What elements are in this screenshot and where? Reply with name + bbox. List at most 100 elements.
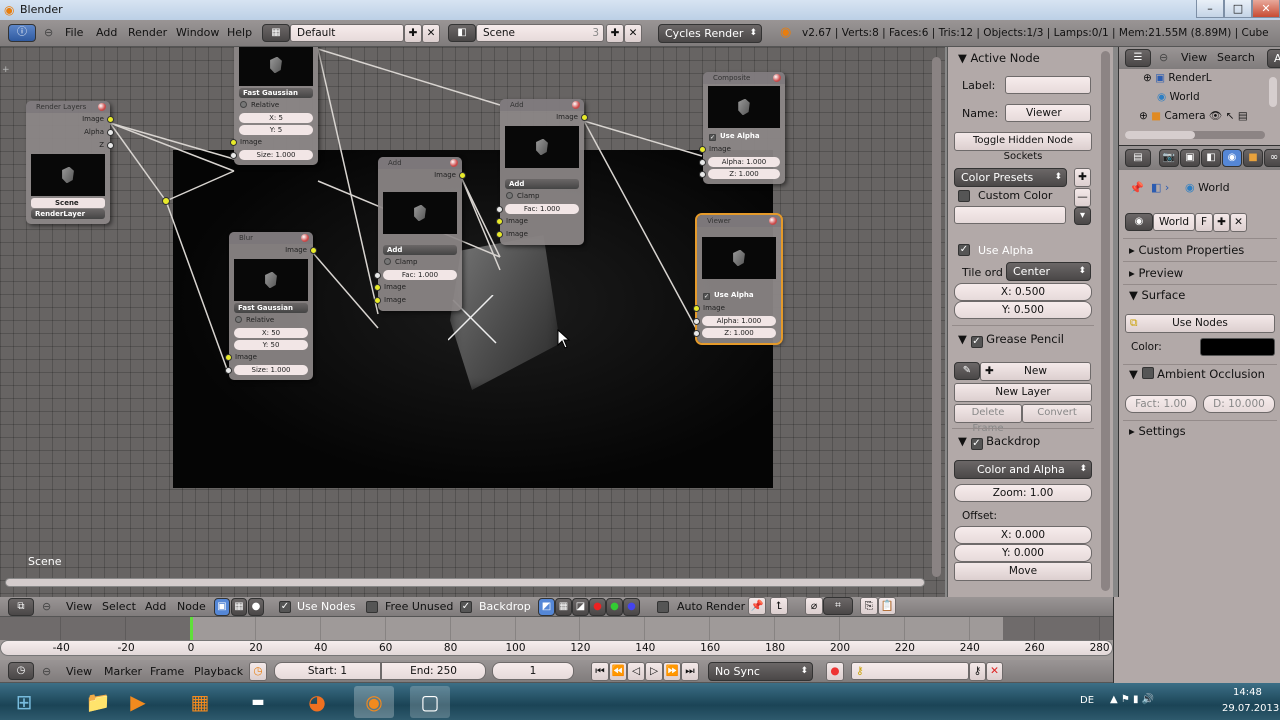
- play-icon[interactable]: ▷: [645, 662, 663, 681]
- node-add[interactable]: Add Image Add Clamp Fac: 1.000 Image Image: [374, 157, 466, 311]
- pencil-icon[interactable]: ✎: [954, 362, 980, 380]
- active-node-panel-header[interactable]: ▼ Active Node: [958, 51, 1040, 65]
- tree-type-compositing-icon[interactable]: ▣: [214, 598, 230, 616]
- node-add[interactable]: Add Image Add Clamp Fac: 1.000 Image Image: [496, 99, 588, 245]
- node-header[interactable]: Blur: [229, 232, 313, 244]
- node-number-field[interactable]: Y: 50: [234, 340, 308, 350]
- node-number-field[interactable]: Z: 1.000: [708, 169, 780, 179]
- node-header[interactable]: Add: [378, 157, 462, 169]
- outliner-v-scrollbar[interactable]: [1269, 77, 1277, 107]
- free-unused-checkbox[interactable]: [366, 601, 378, 613]
- outliner-item-renderlayers[interactable]: ⊕ ▣ RenderL: [1143, 72, 1212, 84]
- color-presets-select[interactable]: Color Presets: [954, 168, 1067, 187]
- outliner-item-world[interactable]: ◉ World: [1157, 91, 1200, 103]
- world-name-field[interactable]: World: [1153, 213, 1195, 231]
- toggle-hidden-sockets-button[interactable]: Toggle Hidden Node Sockets: [954, 132, 1092, 162]
- minimize-button[interactable]: –: [1196, 0, 1224, 18]
- node-blur[interactable]: ImageFast GaussianRelativeX: 5Y: 5ImageS…: [230, 47, 318, 165]
- node-select[interactable]: Fast Gaussian: [234, 303, 308, 313]
- node-socket[interactable]: [107, 129, 114, 136]
- custom-color-swatch[interactable]: [954, 206, 1066, 224]
- editor-type-properties-icon[interactable]: ▤: [1125, 149, 1151, 167]
- node-socket[interactable]: [225, 367, 232, 374]
- node-number-field[interactable]: X: 50: [234, 328, 308, 338]
- move-backdrop-button[interactable]: Move: [954, 562, 1092, 581]
- screen-layout-icon[interactable]: ▦: [262, 24, 290, 42]
- node-preview-toggle-icon[interactable]: [773, 74, 781, 82]
- node-preview-toggle-icon[interactable]: [769, 217, 777, 225]
- scene-field[interactable]: Scene 3: [476, 24, 604, 42]
- node-menu-select[interactable]: Select: [102, 600, 136, 613]
- insert-keyframe-icon[interactable]: ⚷: [969, 662, 986, 681]
- language-indicator[interactable]: DE: [1080, 695, 1094, 706]
- backdrop-checkbox[interactable]: ✓: [970, 438, 983, 450]
- node-select[interactable]: Scene: [31, 198, 105, 208]
- selectable-arrow-icon[interactable]: ↖: [1226, 110, 1235, 122]
- editor-type-timeline-icon[interactable]: ◷: [8, 662, 34, 680]
- tab-world-icon[interactable]: ◉: [1222, 149, 1242, 167]
- npanel-scrollbar[interactable]: [1101, 51, 1110, 591]
- timeline-ruler[interactable]: -40 -20 0 20 40 60 80 100 120 140 160 180 200 220 240 2…: [0, 640, 1113, 656]
- node-socket[interactable]: [693, 305, 700, 312]
- timeline-menu-view[interactable]: View: [66, 665, 92, 678]
- timeline-menu-playback[interactable]: Playback: [194, 665, 243, 678]
- channel-color-alpha-icon[interactable]: ◩: [538, 598, 555, 616]
- add-preset-icon[interactable]: ✚: [1074, 168, 1091, 187]
- explorer-icon[interactable]: 📁: [78, 686, 118, 718]
- node-socket[interactable]: [374, 297, 381, 304]
- node-socket[interactable]: [374, 272, 381, 279]
- media-player-icon[interactable]: ▶: [118, 686, 158, 718]
- offset-y-field[interactable]: Y: 0.000: [954, 544, 1092, 562]
- grease-pencil-checkbox[interactable]: ✓: [970, 336, 983, 348]
- node-checkbox[interactable]: [384, 258, 391, 265]
- convert-button[interactable]: Convert: [1022, 404, 1092, 423]
- node-composite[interactable]: Composite ✓ Use Alpha Image Alpha: 1.000 Z: 1…: [699, 72, 785, 184]
- node-select[interactable]: Add: [383, 245, 457, 255]
- node-checkbox[interactable]: ✓: [709, 134, 716, 141]
- node-number-field[interactable]: Y: 5: [239, 125, 313, 135]
- tab-render-layers-icon[interactable]: ▣: [1180, 149, 1200, 167]
- collapse-menu-icon[interactable]: ⊖: [1159, 51, 1168, 64]
- renderable-icon[interactable]: ▤: [1238, 110, 1248, 122]
- node-socket[interactable]: [230, 139, 237, 146]
- channel-blue-icon[interactable]: ●: [623, 598, 640, 616]
- menu-window[interactable]: Window: [176, 26, 219, 39]
- window-taskbar-icon[interactable]: ▢: [410, 686, 450, 718]
- preset-menu-icon[interactable]: ▾: [1074, 207, 1091, 225]
- node-checkbox[interactable]: [506, 192, 513, 199]
- auto-render-checkbox[interactable]: [657, 601, 669, 613]
- channel-alpha-icon[interactable]: ▦: [555, 598, 572, 616]
- node-preview-toggle-icon[interactable]: [572, 101, 580, 109]
- editor-type-node-icon[interactable]: ⧉: [8, 598, 34, 616]
- node-socket[interactable]: [310, 247, 317, 254]
- menu-file[interactable]: File: [65, 26, 83, 39]
- node-menu-view[interactable]: View: [66, 600, 92, 613]
- end-frame-field[interactable]: End: 250: [381, 662, 486, 680]
- blender-taskbar-icon[interactable]: ◉: [354, 686, 394, 718]
- tree-type-shader-icon[interactable]: ●: [248, 598, 264, 616]
- node-blur[interactable]: Blur Image Fast Gaussian Relative X: 50 Y: 50…: [225, 232, 317, 380]
- node-number-field[interactable]: Alpha: 1.000: [708, 157, 780, 167]
- node-label-input[interactable]: [1005, 76, 1091, 94]
- collapse-menu-icon[interactable]: ⊖: [44, 26, 53, 39]
- pin-icon[interactable]: 📌: [1129, 181, 1144, 195]
- timeline-menu-frame[interactable]: Frame: [150, 665, 184, 678]
- node-checkbox[interactable]: ✓: [703, 293, 710, 300]
- node-socket[interactable]: [693, 330, 700, 337]
- new-layer-button[interactable]: New Layer: [954, 383, 1092, 402]
- node-socket[interactable]: [107, 142, 114, 149]
- start-button-icon[interactable]: ⊞: [4, 686, 44, 718]
- node-viewer[interactable]: Viewer ✓ Use Alpha Image Alpha: 1.000 Z: 1.00…: [693, 213, 783, 345]
- command-prompt-icon[interactable]: ▬: [238, 686, 278, 718]
- render-engine-select[interactable]: Cycles Render: [658, 24, 762, 43]
- sync-mode-select[interactable]: No Sync: [708, 662, 813, 681]
- menu-render[interactable]: Render: [128, 26, 167, 39]
- node-header[interactable]: Add: [500, 99, 584, 111]
- world-color-swatch[interactable]: [1200, 338, 1275, 356]
- outliner-h-scrollbar[interactable]: [1125, 131, 1265, 139]
- office-icon[interactable]: ▦: [180, 686, 220, 718]
- settings-panel-header[interactable]: ▸ Settings: [1129, 424, 1186, 438]
- node-socket[interactable]: [107, 116, 114, 123]
- snap-toggle-icon[interactable]: ⌀: [805, 597, 823, 615]
- unlink-world-icon[interactable]: ✕: [1230, 213, 1247, 232]
